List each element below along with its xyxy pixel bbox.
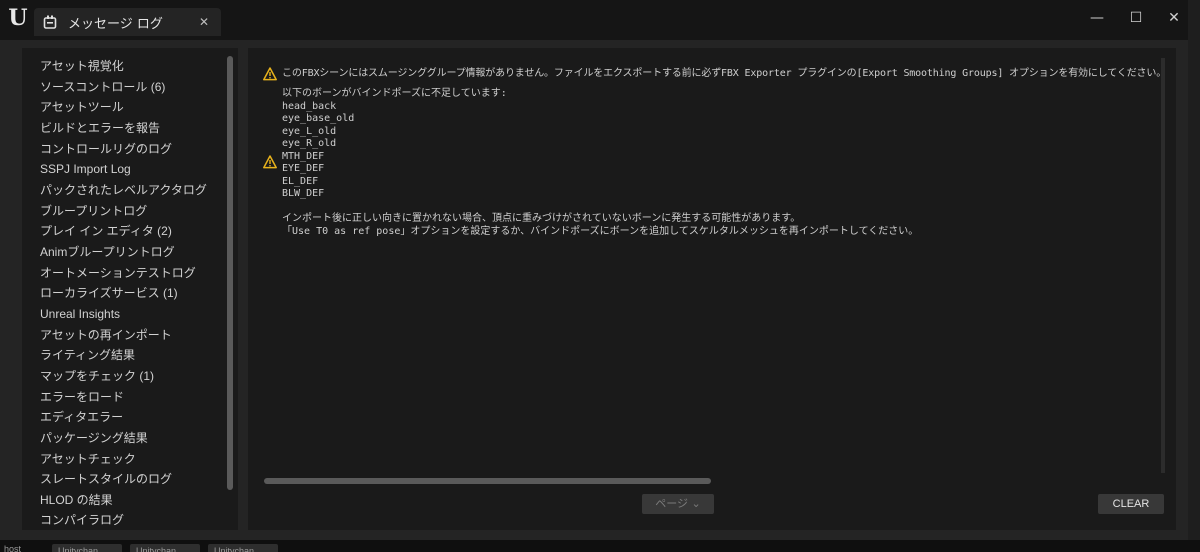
log-line: eye_R_old — [282, 138, 337, 149]
sidebar-item[interactable]: HLOD の結果 — [40, 490, 113, 510]
log-vertical-scrollbar[interactable] — [1161, 58, 1165, 473]
message-log-window: U メッセージ ログ ✕ — ☐ ✕ アセット視覚化 ソースコントロール (6)… — [0, 0, 1200, 540]
sidebar-item[interactable]: ソースコントロール (6) — [40, 77, 165, 97]
log-output-panel: このFBXシーンにはスムージンググループ情報がありません。ファイルをエクスポート… — [248, 48, 1176, 530]
sidebar-item[interactable]: プレイ イン エディタ (2) — [40, 221, 172, 241]
sidebar-item[interactable]: オートメーションテストログ — [40, 263, 196, 283]
tab-message-log[interactable]: メッセージ ログ ✕ — [34, 8, 221, 36]
log-line: EYE_DEF — [282, 163, 325, 174]
sidebar-item[interactable]: ライティング結果 — [40, 345, 135, 365]
log-horizontal-scrollbar[interactable] — [264, 478, 711, 484]
log-line-warning: このFBXシーンにはスムージンググループ情報がありません。ファイルをエクスポート… — [282, 68, 1164, 79]
sidebar-item[interactable]: ブループリントログ — [40, 201, 147, 221]
sidebar-item[interactable]: エディタエラー — [40, 407, 123, 427]
sidebar-item[interactable]: パックされたレベルアクタログ — [40, 180, 207, 200]
log-messages: このFBXシーンにはスムージンググループ情報がありません。ファイルをエクスポート… — [248, 58, 1164, 478]
sidebar-item[interactable]: アセットチェック — [40, 449, 136, 469]
sidebar-item[interactable]: アセット視覚化 — [40, 56, 124, 76]
warning-triangle-icon — [263, 66, 277, 81]
message-log-icon — [42, 14, 58, 30]
title-bar: U メッセージ ログ ✕ — ☐ ✕ — [0, 0, 1200, 40]
log-line: インポート後に正しい向きに置かれない場合、頂点に重みづけがされていないボーンに発… — [282, 213, 801, 224]
maximize-button[interactable]: ☐ — [1121, 6, 1151, 30]
warning-triangle-icon — [263, 154, 277, 169]
sidebar-item[interactable]: アセットの再インポート — [40, 325, 172, 345]
page-dropdown-button[interactable]: ページ ⌄ — [642, 494, 714, 514]
sidebar-item[interactable]: Animブループリントログ — [40, 242, 175, 262]
minimize-button[interactable]: — — [1082, 6, 1112, 30]
unreal-logo-icon: U — [8, 5, 28, 31]
sidebar-item[interactable]: ビルドとエラーを報告 — [40, 118, 160, 138]
sidebar-item[interactable]: Unreal Insights — [40, 304, 120, 324]
sidebar-item[interactable]: コントロールリグのログ — [40, 139, 172, 159]
close-window-button[interactable]: ✕ — [1159, 6, 1189, 30]
log-body: アセット視覚化 ソースコントロール (6) アセットツール ビルドとエラーを報告… — [0, 40, 1200, 540]
log-line: 以下のボーンがバインドポーズに不足しています: — [282, 88, 507, 99]
sidebar-item[interactable]: アセットツール — [40, 97, 124, 117]
log-line: BLW_DEF — [282, 188, 325, 199]
log-line: 「Use T0 as ref pose」オプションを設定するか、バインドポーズに… — [282, 226, 919, 237]
sidebar-item[interactable]: SSPJ Import Log — [40, 159, 131, 179]
clear-button[interactable]: CLEAR — [1098, 494, 1164, 514]
close-icon[interactable]: ✕ — [195, 13, 213, 31]
taskbar-host-label: host — [4, 544, 22, 552]
taskbar-tab[interactable]: Unitychan — [52, 544, 122, 552]
sidebar-item[interactable]: コンパイラログ — [40, 510, 124, 530]
log-line: eye_base_old — [282, 113, 355, 124]
sidebar-scrollbar[interactable] — [227, 56, 233, 490]
sidebar-item[interactable]: スレートスタイルのログ — [40, 469, 172, 489]
log-category-list: アセット視覚化 ソースコントロール (6) アセットツール ビルドとエラーを報告… — [22, 48, 238, 530]
taskbar-tab[interactable]: Unitychan — [130, 544, 200, 552]
sidebar-item[interactable]: エラーをロード — [40, 387, 124, 407]
tab-label: メッセージ ログ — [68, 16, 163, 32]
sidebar-item[interactable]: ローカライズサービス (1) — [40, 283, 178, 303]
window-edge — [1188, 0, 1200, 540]
sidebar-item[interactable]: パッケージング結果 — [40, 428, 148, 448]
taskbar-tab[interactable]: Unitychan — [208, 544, 278, 552]
taskbar: host Unitychan Unitychan Unitychan — [0, 540, 1200, 552]
sidebar-item[interactable]: マップをチェック (1) — [40, 366, 154, 386]
